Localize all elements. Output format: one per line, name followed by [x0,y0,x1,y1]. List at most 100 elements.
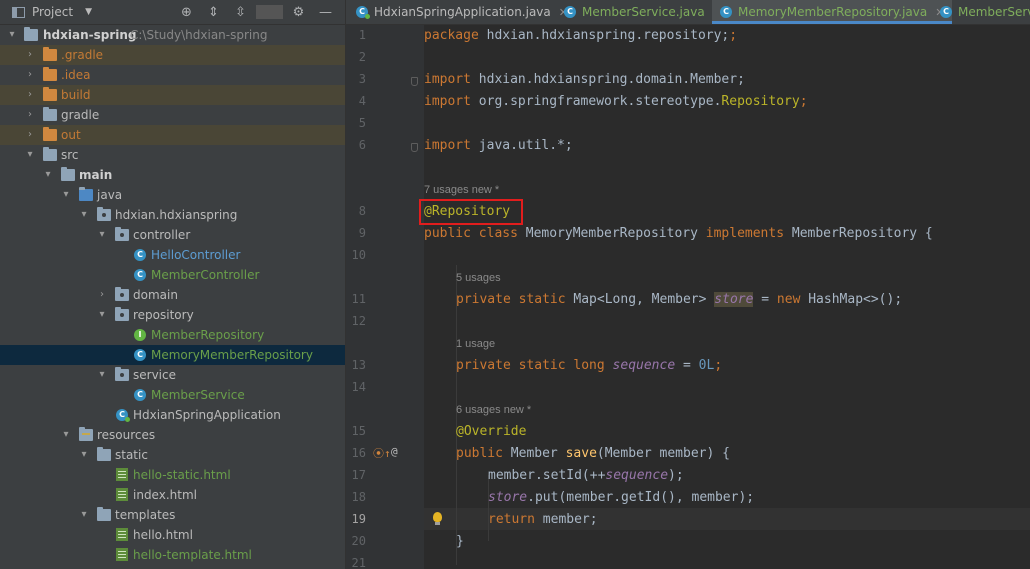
tree-item-gradle-hidden[interactable]: › .gradle [0,45,345,65]
line-number: 21 [351,556,366,569]
code-token: hdxian.hdxianspring.domain.Member; [470,72,745,87]
tree-item-index[interactable]: index.html [0,485,345,505]
tree-item-application[interactable]: C HdxianSpringApplication [0,405,345,425]
line-number: 19 [351,512,366,526]
tree-item-controller[interactable]: ▾ controller [0,225,345,245]
lightbulb-icon[interactable] [433,512,442,525]
tree-item-hello-static[interactable]: hello-static.html [0,465,345,485]
chevron-down-icon[interactable]: ▾ [60,425,72,445]
line-number: 20 [351,534,366,548]
tree-item-gradle[interactable]: › gradle [0,105,345,125]
chevron-right-icon[interactable]: › [24,65,36,85]
code-line-17: member.setId(++sequence); [488,465,684,487]
tree-item-memory-member-repository[interactable]: C MemoryMemberRepository [0,345,345,365]
tab-label: MemoryMemberRepository.java [738,5,928,19]
tree-item-templates[interactable]: ▾ templates [0,505,345,525]
code-editor[interactable]: 1 2 3 4 5 6 8 9 10 11 12 13 14 15 16 17 … [346,25,1030,569]
chevron-down-icon[interactable]: ▾ [96,225,108,245]
fold-marker-icon[interactable] [411,77,418,86]
code-line-9: public class MemoryMemberRepository impl… [424,223,933,245]
expand-all-icon[interactable]: ⇕ [200,5,227,20]
class-icon: C [134,389,146,401]
chevron-right-icon[interactable]: › [24,85,36,105]
tree-item-package[interactable]: ▾ hdxian.hdxianspring [0,205,345,225]
toolbar-divider [256,5,283,19]
tree-item-hello-html[interactable]: hello.html [0,525,345,545]
code-token: import [424,138,471,153]
tree-item-label: gradle [61,108,100,122]
tree-item-member-repository[interactable]: I MemberRepository [0,325,345,345]
tree-item-src[interactable]: ▾ src [0,145,345,165]
tree-item-member-service[interactable]: C MemberService [0,385,345,405]
tab-hdxian-spring-application[interactable]: CHdxianSpringApplication.java✕ [356,0,568,24]
class-icon: C [564,5,576,18]
source-folder-icon [79,187,93,201]
code-token: save [565,446,597,461]
class-icon: C [940,5,952,18]
tree-item-out[interactable]: › out [0,125,345,145]
class-icon: C [134,249,146,261]
gear-icon[interactable]: ⚙ [285,5,312,20]
tree-item-root[interactable]: ▾ hdxian-spring C:\Study\hdxian-spring [0,25,345,45]
usages-hint[interactable]: 7 usages new * [424,179,499,201]
tree-item-label: index.html [133,488,197,502]
usages-hint[interactable]: 5 usages [456,267,501,289]
line-number: 17 [351,468,366,482]
tree-item-label: main [79,168,113,182]
chevron-right-icon[interactable]: › [24,105,36,125]
line-number: 8 [358,204,366,218]
code-token: HashMap<>(); [800,292,903,307]
chevron-down-icon[interactable]: ▾ [78,445,90,465]
line-number: 4 [358,94,366,108]
tree-item-static[interactable]: ▾ static [0,445,345,465]
chevron-down-icon[interactable]: ▾ [96,365,108,385]
tree-item-label: hello.html [133,528,193,542]
chevron-down-icon[interactable]: ▾ [96,305,108,325]
package-icon [115,227,129,241]
tree-item-label: hdxian.hdxianspring [115,208,238,222]
tree-item-service[interactable]: ▾ service [0,365,345,385]
code-token: package [424,28,479,43]
override-at-icon[interactable]: @ [391,445,398,458]
fold-marker-icon[interactable] [411,143,418,152]
tree-item-label: MemberRepository [151,328,265,342]
crosshair-icon[interactable]: ⊕ [173,5,200,20]
tab-member-service-overflow[interactable]: C MemberServi [940,0,1030,24]
usages-hint[interactable]: 6 usages new * [456,399,531,421]
chevron-right-icon[interactable]: › [24,125,36,145]
usages-hint[interactable]: 1 usage [456,333,495,355]
chevron-down-icon[interactable]: ▾ [78,505,90,525]
code-token: @Override [456,424,527,439]
tab-member-service[interactable]: CMemberService.java✕ [564,0,722,24]
tree-item-resources[interactable]: ▾ resources [0,425,345,445]
tree-item-hello-controller[interactable]: C HelloController [0,245,345,265]
collapse-all-icon[interactable]: ⇳ [227,5,254,20]
implements-method-icon[interactable]: ⦿↑ [373,445,391,461]
editor-area: CHdxianSpringApplication.java✕ CMemberSe… [346,0,1030,569]
tree-item-build[interactable]: › build [0,85,345,105]
minimize-icon[interactable]: — [312,5,339,20]
code-token: hdxian.hdxianspring.repository; [478,28,730,43]
code-token: import [424,94,471,109]
tree-item-hello-template[interactable]: hello-template.html [0,545,345,565]
tree-item-idea[interactable]: › .idea [0,65,345,85]
project-view-dropdown[interactable]: Project ▼ [12,5,92,19]
code-token: Map<Long, Member> [565,292,715,307]
chevron-down-icon[interactable]: ▾ [78,205,90,225]
tree-item-member-controller[interactable]: C MemberController [0,265,345,285]
chevron-down-icon[interactable]: ▾ [60,185,72,205]
tree-item-java[interactable]: ▾ java [0,185,345,205]
chevron-down-icon[interactable]: ▾ [42,165,54,185]
chevron-right-icon[interactable]: › [24,45,36,65]
chevron-down-icon[interactable]: ▾ [24,145,36,165]
tree-item-label: .gradle [61,48,104,62]
line-number: 6 [358,138,366,152]
tab-memory-member-repository[interactable]: CMemoryMemberRepository.java✕ [712,0,953,24]
package-icon [115,287,129,301]
code-line-20: } [456,531,464,553]
tree-item-domain[interactable]: › domain [0,285,345,305]
chevron-right-icon[interactable]: › [96,285,108,305]
chevron-down-icon[interactable]: ▾ [6,25,18,45]
tree-item-repository[interactable]: ▾ repository [0,305,345,325]
tree-item-main[interactable]: ▾ main [0,165,345,185]
